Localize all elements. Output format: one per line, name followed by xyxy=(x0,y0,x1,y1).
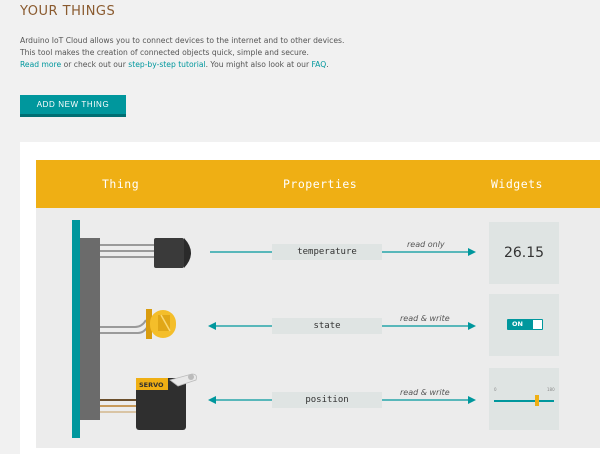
servo-motor-icon: SERVO xyxy=(100,373,197,430)
led-icon xyxy=(100,309,176,339)
state-toggle[interactable]: ON xyxy=(507,319,543,330)
intro-text-end: . xyxy=(326,60,329,69)
faq-link[interactable]: FAQ xyxy=(312,60,327,69)
property-state[interactable]: state xyxy=(272,318,382,334)
access-read-only: read only xyxy=(407,240,445,249)
widget-temperature-value: 26.15 xyxy=(489,222,559,284)
tutorial-link[interactable]: step-by-step tutorial xyxy=(128,60,205,69)
widget-position-slider: 0 180 xyxy=(489,368,559,430)
property-position[interactable]: position xyxy=(272,392,382,408)
thermometer-sensor-icon xyxy=(100,238,191,268)
servo-label: SERVO xyxy=(139,381,164,389)
access-read-write-position: read & write xyxy=(400,388,450,397)
toggle-knob xyxy=(533,320,542,329)
intro-line-2: This tool makes the creation of connecte… xyxy=(20,48,309,57)
add-new-thing-button[interactable]: ADD NEW THING xyxy=(20,95,126,117)
page-title: YOUR THINGS xyxy=(20,4,116,19)
property-temperature[interactable]: temperature xyxy=(272,244,382,260)
access-read-write-state: read & write xyxy=(400,314,450,323)
intro-text: Arduino IoT Cloud allows you to connect … xyxy=(20,35,580,71)
intro-text-mid2: . You might also look at our xyxy=(205,60,312,69)
slider-min-label: 0 xyxy=(494,387,497,392)
intro-line-3: Read more or check out our step-by-step … xyxy=(20,59,580,71)
board xyxy=(80,238,100,420)
board-edge xyxy=(72,220,80,438)
slider-handle[interactable] xyxy=(535,395,540,406)
read-more-link[interactable]: Read more xyxy=(20,60,61,69)
diagram-card: Thing Properties Widgets SERVO temperatu… xyxy=(20,142,600,454)
intro-text-mid: or check out our xyxy=(61,60,129,69)
slider-track[interactable] xyxy=(494,400,554,402)
widget-state-switch: ON xyxy=(489,294,559,356)
intro-line-1: Arduino IoT Cloud allows you to connect … xyxy=(20,36,345,45)
slider-max-label: 180 xyxy=(547,387,555,392)
toggle-label: ON xyxy=(512,320,523,328)
